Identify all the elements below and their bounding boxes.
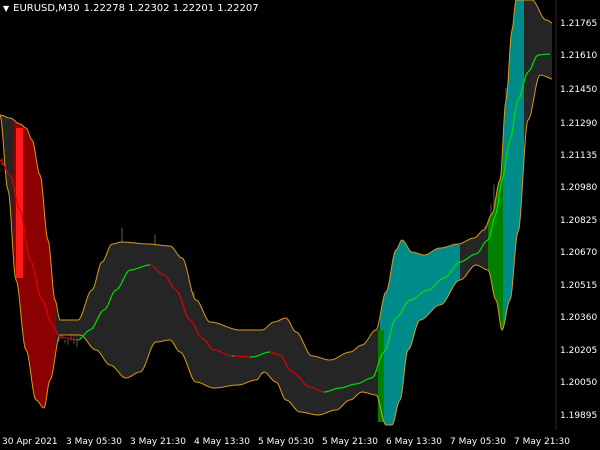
midline-segment <box>457 261 461 264</box>
quote-values: 1.22278 1.22302 1.22201 1.22207 <box>83 3 259 14</box>
time-label: 5 May 05:30 <box>258 437 314 447</box>
midline-segment <box>443 276 447 279</box>
symbol-timeframe: EURUSD,M30 <box>13 3 80 14</box>
midline-segment <box>161 273 165 276</box>
time-label: 3 May 05:30 <box>66 437 122 447</box>
price-label: 1.21765 <box>560 19 598 29</box>
midline-segment <box>343 386 347 388</box>
midline-segment <box>461 260 465 263</box>
midline-segment <box>77 338 81 341</box>
price-label: 1.20825 <box>560 216 598 226</box>
chart-window[interactable]: ▼ EURUSD,M30 1.22278 1.22302 1.22201 1.2… <box>0 0 600 450</box>
midline-segment <box>223 352 227 355</box>
price-label: 1.20670 <box>560 248 598 258</box>
midline-segment <box>211 348 215 351</box>
midline-segment <box>255 355 259 357</box>
midline-segment <box>357 382 361 385</box>
midline-segment <box>273 352 277 355</box>
midline-segment <box>291 371 295 374</box>
price-label: 1.21290 <box>560 119 598 129</box>
price-label: 1.21135 <box>560 151 598 161</box>
midline-segment <box>69 338 73 340</box>
midline-segment <box>149 264 153 267</box>
midline-segment <box>329 389 333 392</box>
midline-segment <box>133 268 137 271</box>
midline-segment <box>219 351 223 354</box>
price-label: 1.21450 <box>560 85 598 95</box>
symbol-header: ▼ EURUSD,M30 1.22278 1.22302 1.22201 1.2… <box>3 2 259 16</box>
time-label: 3 May 21:30 <box>130 437 186 447</box>
midline-segment <box>65 337 69 339</box>
midline-segment <box>217 350 221 353</box>
time-label: 7 May 21:30 <box>514 437 570 447</box>
midline-segment <box>319 390 323 393</box>
midline-segment <box>225 353 229 356</box>
midline-segment <box>143 264 147 267</box>
time-label: 5 May 21:30 <box>322 437 378 447</box>
price-label: 1.21610 <box>560 51 598 61</box>
time-label: 6 May 13:30 <box>386 437 442 447</box>
midline-segment <box>307 385 311 388</box>
price-label: 1.20980 <box>560 183 598 193</box>
midline-segment <box>137 266 141 269</box>
price-label: 1.19895 <box>560 411 598 421</box>
midline-segment <box>367 377 371 380</box>
envelope-band <box>0 0 553 426</box>
midline-segment <box>441 277 445 280</box>
midline-segment <box>87 329 91 332</box>
midline-segment <box>259 353 263 356</box>
band-upper-edge <box>0 0 553 361</box>
price-label: 1.20050 <box>560 378 598 388</box>
time-label: 4 May 13:30 <box>194 437 250 447</box>
midline-segment <box>347 384 351 387</box>
midline-segment <box>215 349 219 352</box>
time-label: 30 Apr 2021 <box>2 437 58 447</box>
midline-segment <box>345 385 349 388</box>
price-plot[interactable] <box>0 0 600 450</box>
time-label: 7 May 05:30 <box>450 437 506 447</box>
midline-segment <box>141 265 145 268</box>
midline-segment <box>271 351 275 354</box>
midline-segment <box>261 352 265 355</box>
midline-segment <box>331 388 335 391</box>
midline-segment <box>349 384 353 386</box>
dropdown-arrow-icon[interactable]: ▼ <box>3 2 9 16</box>
midline-segment <box>201 337 205 340</box>
midline-segment <box>135 267 139 270</box>
midline-segment <box>257 354 261 357</box>
midline-segment <box>227 354 231 357</box>
midline-segment <box>275 353 279 356</box>
midline-segment <box>263 352 267 354</box>
midline-segment <box>333 388 337 390</box>
midline-segment <box>327 390 331 392</box>
midline-segment <box>139 266 143 269</box>
price-label: 1.20515 <box>560 281 598 291</box>
price-label: 1.20205 <box>560 346 598 356</box>
midline-segment <box>311 386 315 389</box>
midline-segment <box>427 288 431 291</box>
price-label: 1.20360 <box>560 313 598 323</box>
band-fill <box>0 0 552 425</box>
